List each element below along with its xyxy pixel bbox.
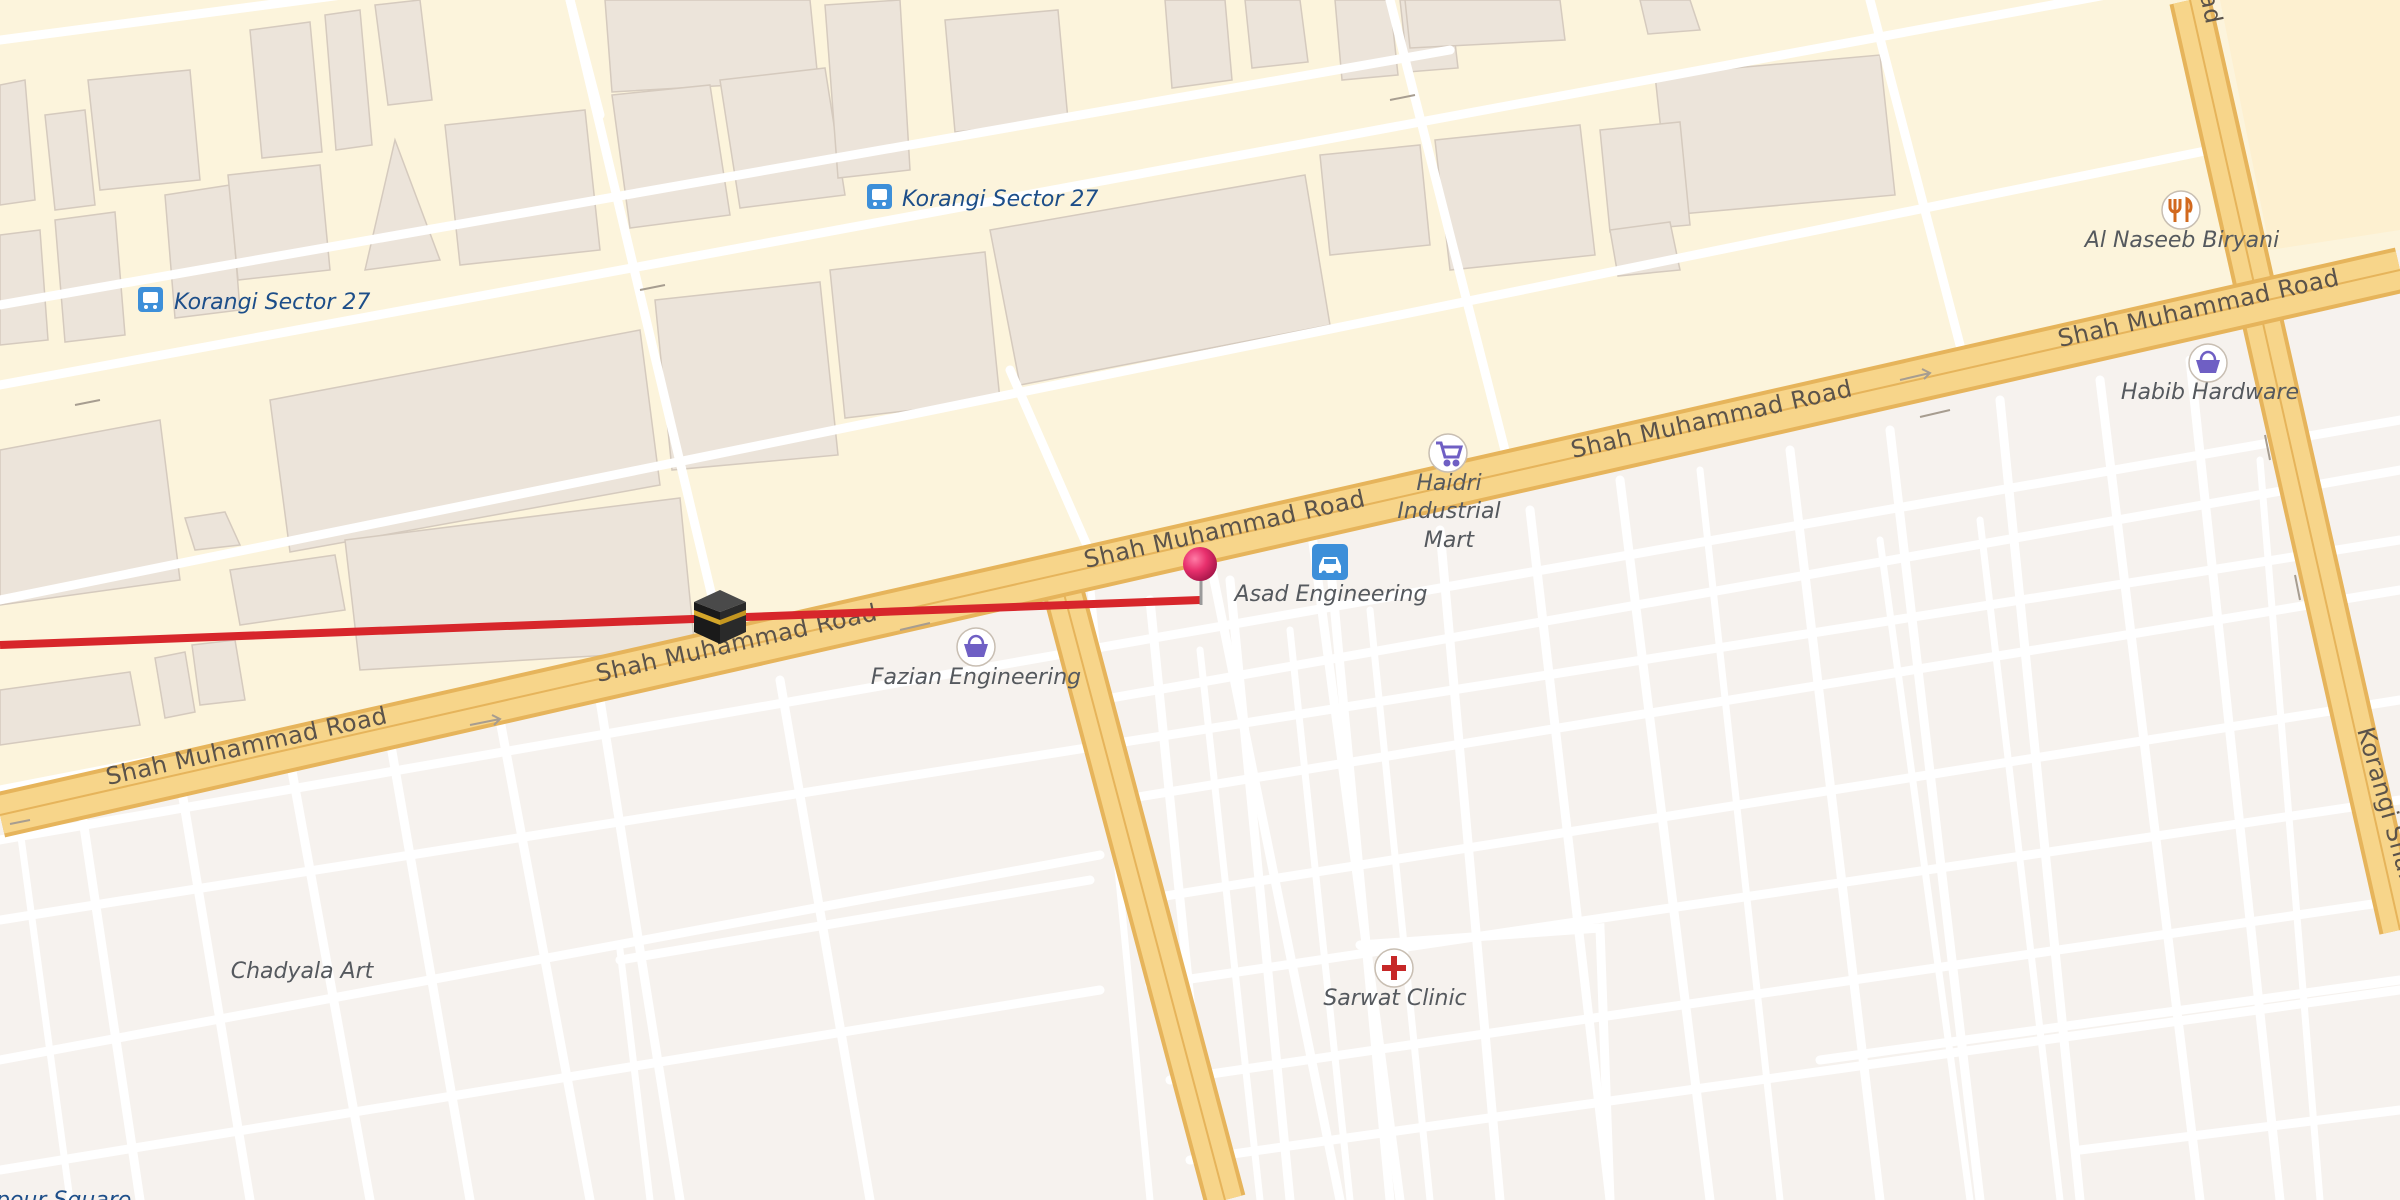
- poi-label-line-2: Industrial: [1397, 499, 1500, 524]
- poi-label: Habib Hardware: [2121, 380, 2299, 405]
- map-canvas[interactable]: Shah Muhammad Road Shah Muhammad Road Sh…: [0, 0, 2400, 1200]
- poi-label: Al Naseeb Biryani: [2083, 228, 2279, 253]
- poi-label: Fazian Engineering: [871, 665, 1081, 690]
- car-icon: [1319, 557, 1341, 576]
- poi-label-line-3: Mart: [1424, 528, 1476, 553]
- place-label-square[interactable]: pour Square: [0, 1188, 131, 1200]
- poi-chadyala-art-label[interactable]: Chadyala Art: [231, 959, 375, 984]
- bus-stop-2-label: Korangi Sector 27: [902, 187, 1098, 212]
- poi-label: Asad Engineering: [1233, 582, 1428, 607]
- poi-label-line-1: Haidri: [1416, 471, 1481, 496]
- bus-stop-1-label: Korangi Sector 27: [174, 290, 370, 315]
- poi-label: Sarwat Clinic: [1323, 986, 1466, 1011]
- bus-stop-2[interactable]: Korangi Sector 27: [867, 184, 1098, 212]
